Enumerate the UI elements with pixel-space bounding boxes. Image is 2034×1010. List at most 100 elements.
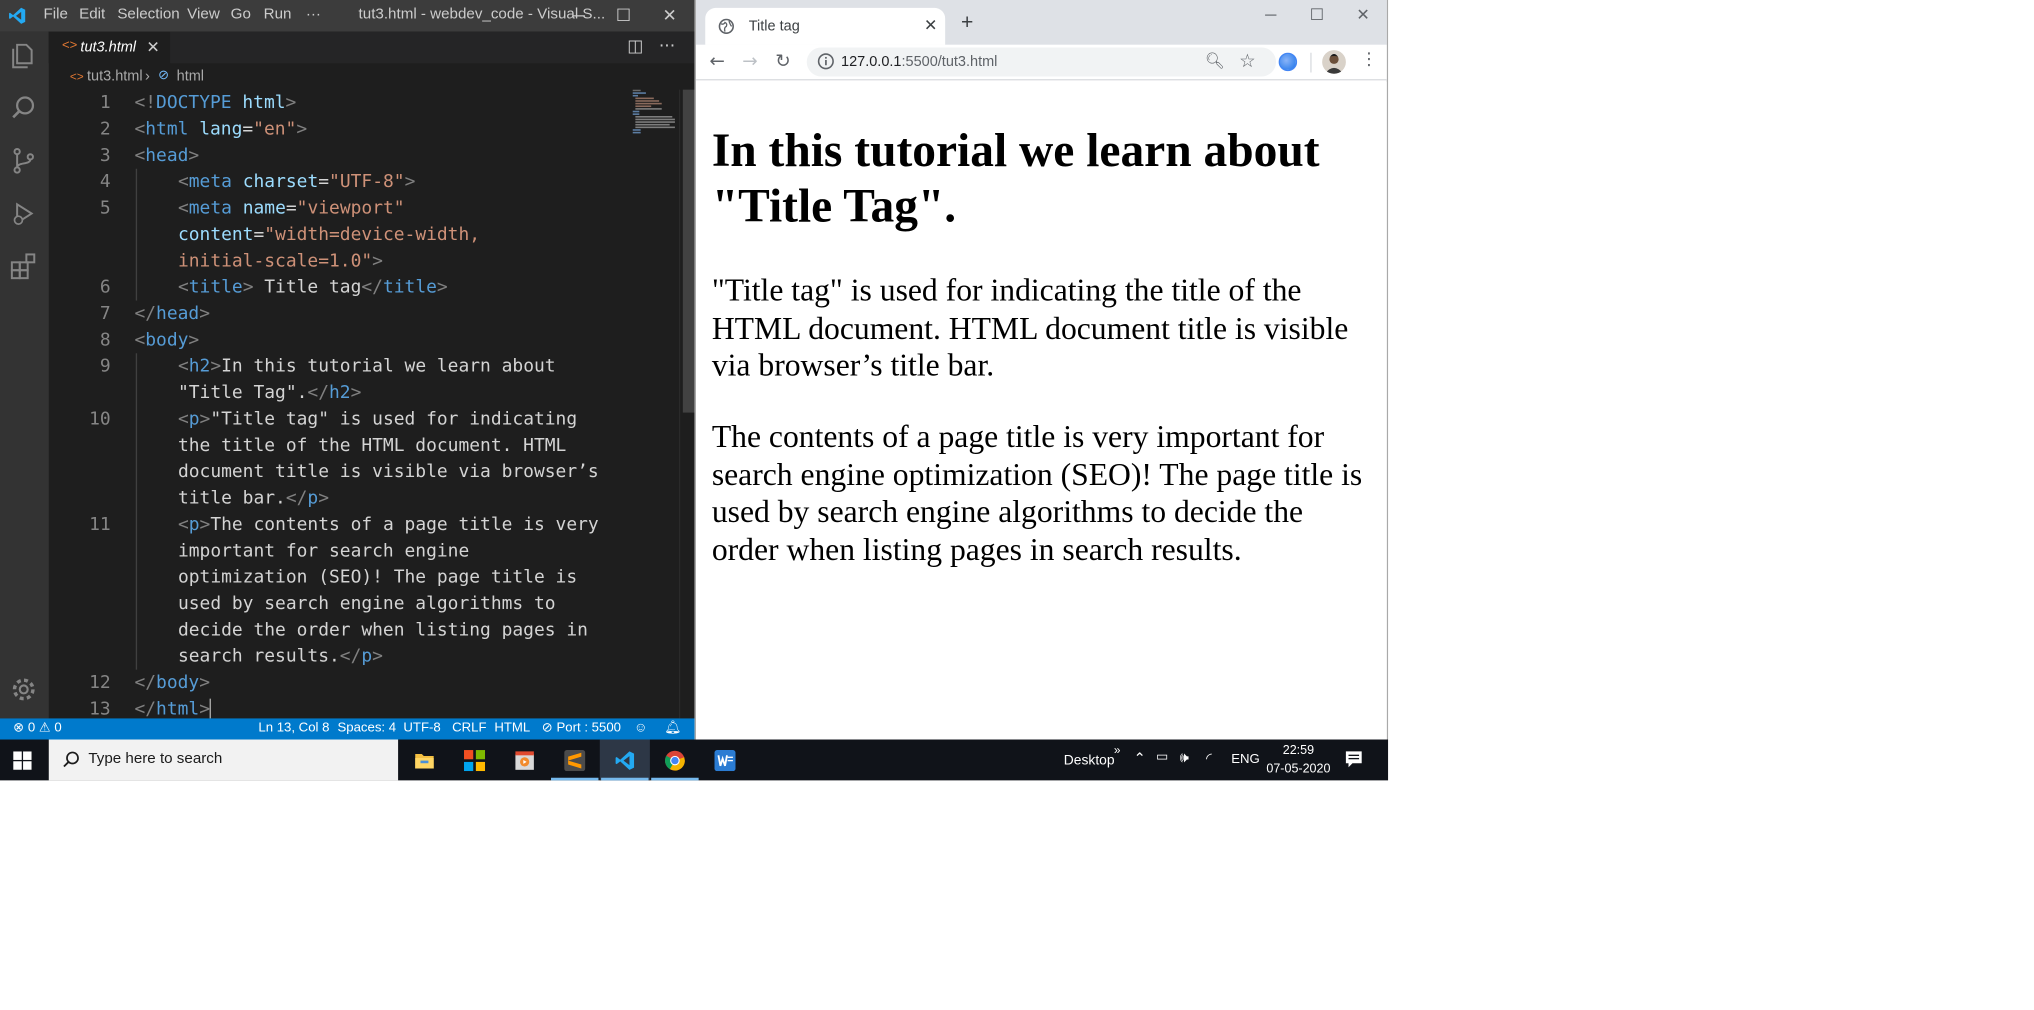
language-mode[interactable]: HTML (494, 721, 530, 736)
search-icon[interactable] (8, 92, 40, 124)
word-app[interactable] (700, 740, 750, 781)
run-debug-icon[interactable] (8, 198, 40, 230)
minimize-button[interactable]: ─ (556, 0, 601, 32)
code-line[interactable]: optimization (SEO)! The page title is (178, 564, 577, 590)
extension-icon[interactable] (1278, 52, 1298, 72)
code-line[interactable]: <html lang="en"> (134, 116, 307, 142)
desktop-screen: File Edit Selection View Go Run ··· tut3… (0, 0, 2034, 1010)
settings-gear-icon[interactable] (8, 674, 40, 706)
tab-tut3-html[interactable]: <> tut3.html ✕ (48, 31, 171, 64)
menu-go[interactable]: Go (231, 7, 251, 23)
notification-bell-icon[interactable]: 🔔︎ (664, 721, 681, 736)
code-line[interactable]: </body> (134, 670, 210, 696)
volume-icon[interactable]: 🕪︎ (1180, 750, 1189, 767)
menu-selection[interactable]: Selection (117, 7, 179, 23)
profile-avatar[interactable] (1322, 50, 1346, 74)
editor-scrollbar[interactable] (678, 89, 695, 719)
code-line[interactable]: <h2>In this tutorial we learn about (178, 353, 556, 379)
info-icon[interactable] (817, 53, 834, 70)
bookmark-star-icon[interactable]: ☆ (1239, 50, 1256, 72)
source-control-icon[interactable] (8, 145, 40, 177)
code-line[interactable]: content="width=device-width, (178, 221, 480, 247)
code-line[interactable]: <meta charset="UTF-8"> (178, 169, 415, 195)
code-line[interactable]: <title> Title tag</title> (178, 274, 448, 300)
address-bar[interactable]: 127.0.0.1:5500/tut3.html 🔍︎ ☆ (806, 47, 1277, 77)
forward-arrow-icon[interactable]: → (740, 51, 761, 72)
code-line[interactable]: the title of the HTML document. HTML (178, 432, 566, 458)
cursor-position[interactable]: Ln 13, Col 8 (258, 721, 329, 736)
activity-bar (0, 31, 49, 719)
breadcrumb-node[interactable]: html (177, 69, 204, 85)
tab-close-icon[interactable]: ✕ (924, 16, 937, 34)
chrome-app[interactable] (650, 740, 700, 781)
code-line[interactable]: document title is visible via browser’s (178, 459, 599, 485)
menu-view[interactable]: View (187, 7, 220, 23)
close-button[interactable]: ✕ (1341, 5, 1386, 31)
extensions-icon[interactable] (8, 250, 40, 282)
code-line[interactable]: title bar.</p> (178, 485, 329, 511)
code-line[interactable]: "Title Tag".</h2> (178, 380, 361, 406)
code-line[interactable]: initial-scale=1.0"> (178, 248, 383, 274)
browser-tab[interactable]: Title tag ✕ (705, 7, 946, 45)
url-text[interactable]: 127.0.0.1:5500/tut3.html (841, 54, 997, 70)
action-center-icon[interactable] (1345, 750, 1363, 768)
chrome-menu-icon[interactable]: ⋮ (1360, 50, 1377, 70)
code-line[interactable]: </html> (134, 696, 210, 719)
media-app[interactable] (500, 740, 550, 781)
code-line[interactable]: <meta name="viewport" (178, 195, 405, 221)
url-host: 127.0.0.1 (841, 54, 902, 70)
file-explorer-app[interactable] (399, 740, 449, 781)
zoom-icon[interactable]: 🔍︎ (1205, 51, 1225, 69)
maximize-button[interactable]: ☐ (1294, 5, 1339, 31)
file-encoding[interactable]: UTF-8 (403, 721, 440, 736)
menu-edit[interactable]: Edit (79, 7, 105, 23)
indentation-spaces[interactable]: Spaces: 4 (337, 721, 396, 736)
network-icon[interactable]: ◜ (1206, 750, 1212, 767)
back-arrow-icon[interactable]: ← (707, 51, 728, 72)
toolbar-expand-icon[interactable]: » (1114, 743, 1121, 756)
vscode-app[interactable] (599, 739, 650, 781)
minimap[interactable] (630, 89, 677, 143)
code-line[interactable]: <p>"Title tag" is used for indicating (178, 406, 577, 432)
windows-taskbar: Type here to search Desktop » ⌃ ▭ 🕪︎ ◜ E… (0, 739, 1389, 781)
microsoft-store-app[interactable] (450, 740, 500, 781)
tab-close-icon[interactable]: ✕ (146, 38, 159, 56)
code-line[interactable]: decide the order when listing pages in (178, 617, 588, 643)
scrollbar-thumb[interactable] (682, 89, 695, 413)
live-server-port[interactable]: ⊘ Port : 5500 (542, 721, 621, 736)
code-line[interactable]: used by search engine algorithms to (178, 591, 556, 617)
battery-icon[interactable]: ▭ (1156, 750, 1168, 765)
clock-date[interactable]: 07-05-2020 (1265, 762, 1331, 777)
desktop-toolbar-label[interactable]: Desktop (1064, 753, 1115, 769)
code-line[interactable]: <body> (134, 327, 199, 353)
code-line[interactable]: search results.</p> (178, 643, 383, 669)
minimize-button[interactable]: ─ (1248, 5, 1293, 31)
code-line[interactable]: <p>The contents of a page title is very (178, 511, 599, 537)
code-line[interactable]: important for search engine (178, 538, 469, 564)
more-actions-icon[interactable]: ··· (656, 37, 677, 58)
menu-file[interactable]: File (44, 7, 68, 23)
windows-start-icon[interactable] (13, 751, 32, 770)
line-number: 3 (99, 145, 111, 167)
show-hidden-icons[interactable]: ⌃ (1134, 750, 1146, 767)
sublime-text-app[interactable] (550, 740, 600, 781)
split-editor-icon[interactable]: ◫ (625, 37, 646, 58)
menu-more[interactable]: ··· (306, 7, 321, 23)
problems-count[interactable]: ⊗ 0 ⚠ 0 (13, 721, 62, 736)
code-line[interactable]: <head> (134, 142, 199, 168)
code-line[interactable]: </head> (134, 301, 210, 327)
code-line[interactable]: <!DOCTYPE html> (134, 90, 296, 116)
new-tab-button[interactable]: + (961, 12, 973, 36)
feedback-icon[interactable]: ☺ (634, 721, 647, 736)
explorer-icon[interactable] (8, 40, 40, 72)
input-language[interactable]: ENG (1231, 753, 1260, 768)
clock-time[interactable]: 22:59 (1268, 743, 1329, 758)
reload-icon[interactable]: ↻ (772, 51, 793, 72)
code-editor[interactable]: 1 <!DOCTYPE html> 2 <html lang="en"> 3 <head>… (49, 90, 679, 719)
close-button[interactable]: ✕ (647, 0, 692, 32)
line-ending[interactable]: CRLF (452, 721, 486, 736)
maximize-button[interactable]: ☐ (601, 0, 646, 32)
menu-run[interactable]: Run (264, 7, 292, 23)
taskbar-search-box[interactable]: Type here to search (48, 739, 399, 781)
breadcrumb-file[interactable]: tut3.html (87, 69, 143, 85)
